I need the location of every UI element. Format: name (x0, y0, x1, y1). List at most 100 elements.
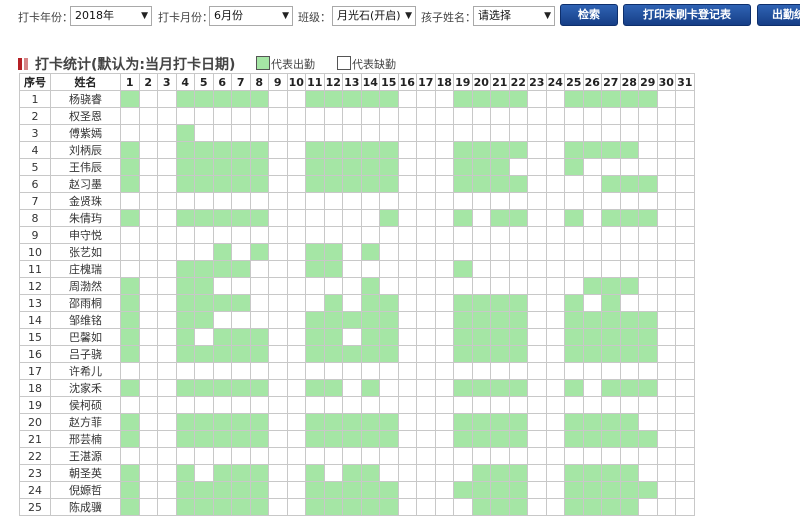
day-cell-absent (379, 107, 399, 125)
day-cell-present (471, 345, 491, 363)
day-cell-absent (212, 396, 232, 414)
day-cell-absent (212, 277, 232, 295)
class-select[interactable]: 月光石(开启) ▼ (332, 6, 416, 26)
day-cell-absent (286, 260, 306, 278)
day-cell-present (601, 90, 621, 108)
day-cell-absent (545, 413, 565, 431)
day-cell-present (453, 209, 473, 227)
day-cell-absent (656, 175, 676, 193)
table-row: 23 朝圣英 (19, 464, 695, 482)
day-cell-absent (231, 447, 251, 465)
day-cell-absent (471, 107, 491, 125)
table-row: 3 傅紫嫣 (19, 124, 695, 142)
day-cell-present (582, 498, 602, 516)
month-select[interactable]: 6月份 ▼ (209, 6, 293, 26)
day-cell-absent (231, 192, 251, 210)
day-cell-absent (545, 243, 565, 261)
day-cell-absent (157, 311, 177, 329)
day-cell-present (231, 294, 251, 312)
day-cell-present (508, 430, 528, 448)
student-name: 杨骁睿 (50, 90, 121, 108)
column-header-day: 3 (157, 73, 177, 91)
print-unswiped-button[interactable]: 打印未刷卡登记表 (623, 4, 751, 26)
day-cell-present (231, 430, 251, 448)
day-cell-absent (434, 141, 454, 159)
row-index: 22 (19, 447, 51, 465)
day-cell-absent (268, 158, 288, 176)
day-cell-present (453, 294, 473, 312)
day-cell-present (175, 413, 195, 431)
day-cell-present (175, 311, 195, 329)
search-button[interactable]: 检索 (560, 4, 618, 26)
day-cell-present (379, 90, 399, 108)
day-cell-absent (564, 277, 584, 295)
day-cell-absent (453, 192, 473, 210)
column-header-day: 6 (212, 73, 232, 91)
child-select[interactable]: 请选择 ▼ (473, 6, 555, 26)
day-cell-absent (120, 260, 140, 278)
day-cell-absent (527, 430, 547, 448)
table-row: 11 庄槐瑞 (19, 260, 695, 278)
day-cell-present (194, 90, 214, 108)
day-cell-absent (638, 396, 658, 414)
day-cell-present (323, 430, 343, 448)
day-cell-absent (138, 243, 158, 261)
day-cell-absent (342, 209, 362, 227)
day-cell-absent (249, 107, 269, 125)
day-cell-absent (582, 260, 602, 278)
day-cell-absent (268, 396, 288, 414)
column-header-day: 13 (342, 73, 362, 91)
day-cell-present (471, 328, 491, 346)
day-cell-absent (249, 294, 269, 312)
day-cell-absent (656, 158, 676, 176)
day-cell-absent (453, 362, 473, 380)
day-cell-absent (157, 124, 177, 142)
day-cell-absent (416, 430, 436, 448)
day-cell-present (342, 430, 362, 448)
student-name: 倪嫄哲 (50, 481, 121, 499)
day-cell-absent (342, 396, 362, 414)
student-name: 刘柄辰 (50, 141, 121, 159)
day-cell-present (379, 430, 399, 448)
day-cell-present (360, 430, 380, 448)
day-cell-absent (157, 413, 177, 431)
table-row: 2 权圣恩 (19, 107, 695, 125)
day-cell-present (619, 464, 639, 482)
day-cell-absent (138, 396, 158, 414)
day-cell-absent (323, 192, 343, 210)
day-cell-present (175, 158, 195, 176)
day-cell-absent (434, 192, 454, 210)
day-cell-present (212, 141, 232, 159)
day-cell-absent (619, 192, 639, 210)
day-cell-absent (231, 124, 251, 142)
day-cell-present (323, 260, 343, 278)
day-cell-absent (675, 413, 695, 431)
day-cell-present (564, 464, 584, 482)
day-cell-present (360, 277, 380, 295)
day-cell-absent (175, 396, 195, 414)
day-cell-present (120, 345, 140, 363)
day-cell-absent (416, 294, 436, 312)
day-cell-absent (138, 226, 158, 244)
day-cell-absent (675, 124, 695, 142)
day-cell-absent (416, 481, 436, 499)
year-select[interactable]: 2018年 ▼ (70, 6, 152, 26)
day-cell-present (212, 328, 232, 346)
day-cell-absent (138, 107, 158, 125)
legend-present-label: 代表出勤 (271, 58, 315, 71)
day-cell-absent (157, 464, 177, 482)
day-cell-present (212, 430, 232, 448)
attendance-stats-button[interactable]: 出勤统计 (757, 4, 800, 26)
day-cell-absent (342, 192, 362, 210)
student-name: 王湛源 (50, 447, 121, 465)
day-cell-present (564, 379, 584, 397)
day-cell-absent (379, 226, 399, 244)
day-cell-absent (656, 209, 676, 227)
day-cell-present (490, 175, 510, 193)
day-cell-present (120, 90, 140, 108)
day-cell-absent (416, 90, 436, 108)
day-cell-present (471, 175, 491, 193)
day-cell-absent (286, 345, 306, 363)
row-index: 8 (19, 209, 51, 227)
row-index: 19 (19, 396, 51, 414)
